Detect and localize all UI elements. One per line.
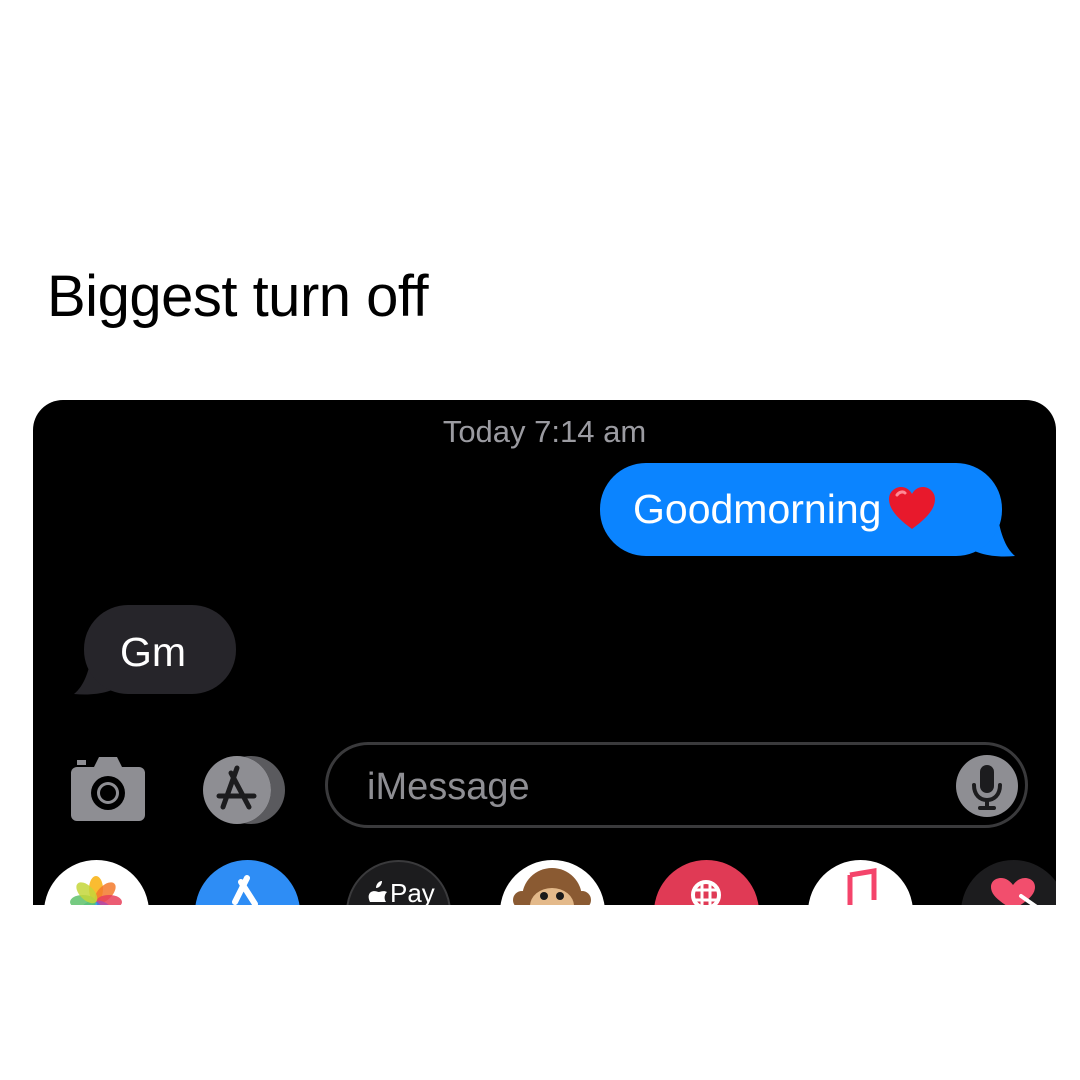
web-images-app-icon[interactable] [654,860,759,905]
outgoing-message-bubble[interactable]: Goodmorning [600,463,1002,556]
music-app-icon[interactable] [808,860,913,905]
app-store-app-icon[interactable] [195,860,300,905]
imessage-input-field[interactable]: iMessage [325,742,1028,828]
imessage-screen: Today 7:14 am Goodmorning Gm iMessage Pa… [33,400,1056,905]
apple-pay-label: Pay [390,878,435,905]
apple-pay-app-icon[interactable]: Pay [346,860,451,905]
red-heart-emoji-icon [889,487,936,529]
digital-touch-app-icon[interactable] [961,860,1056,905]
photos-app-icon[interactable] [44,860,149,905]
input-placeholder: iMessage [367,766,530,808]
animoji-monkey-app-icon[interactable] [500,860,605,905]
microphone-icon[interactable] [956,755,1018,817]
incoming-message-bubble[interactable]: Gm [84,605,236,694]
app-drawer: Pay [33,860,1056,905]
meme-caption: Biggest turn off [47,264,429,329]
message-timestamp: Today 7:14 am [442,414,647,449]
outgoing-message-text: Goodmorning [633,486,882,532]
camera-icon[interactable] [71,755,145,821]
app-store-icon[interactable] [195,755,287,825]
incoming-message-text: Gm [120,629,187,675]
